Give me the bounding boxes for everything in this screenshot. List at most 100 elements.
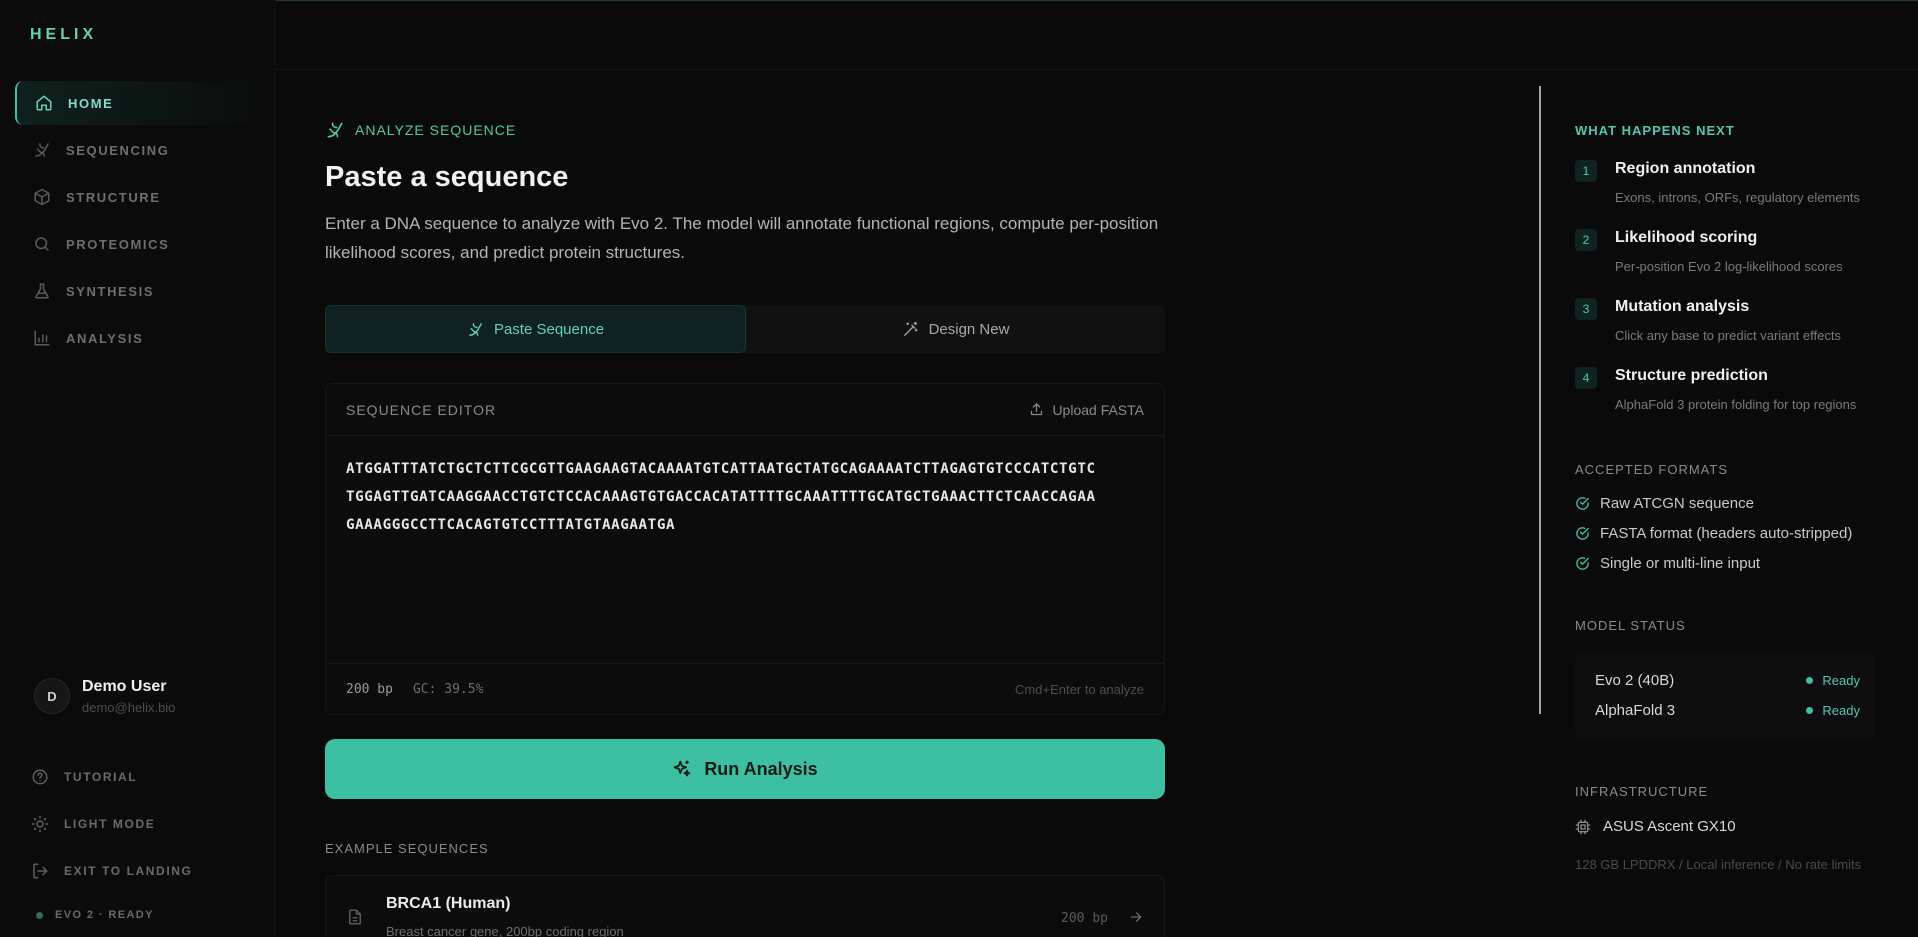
upload-fasta-button[interactable]: Upload FASTA bbox=[1029, 402, 1144, 418]
sidebar-item-label: ANALYSIS bbox=[66, 330, 144, 346]
format-item: Single or multi-line input bbox=[1575, 555, 1760, 572]
step-number: 4 bbox=[1575, 367, 1597, 389]
input-mode-tabs: Paste Sequence Design New bbox=[325, 305, 1165, 353]
step-description: Per-position Evo 2 log-likelihood scores bbox=[1615, 259, 1843, 274]
home-icon bbox=[34, 93, 54, 113]
sidebar-item-proteomics[interactable]: PROTEOMICS bbox=[15, 222, 273, 266]
model-status-indicator: EVO 2 · READY bbox=[36, 909, 154, 921]
sidebar-item-structure[interactable]: STRUCTURE bbox=[15, 175, 273, 219]
sidebar: HELIX HOME SEQUENCING STRUCTURE PROTEOMI… bbox=[0, 0, 276, 937]
run-analysis-button[interactable]: Run Analysis bbox=[325, 739, 1165, 799]
editor-title: SEQUENCE EDITOR bbox=[346, 401, 497, 418]
cpu-icon bbox=[1575, 819, 1591, 835]
sidebar-item-home[interactable]: HOME bbox=[15, 81, 273, 125]
dna-icon bbox=[325, 120, 345, 140]
model-row: Evo 2 (40B) Ready bbox=[1595, 672, 1860, 689]
sidebar-nav: HOME SEQUENCING STRUCTURE PROTEOMICS SYN… bbox=[15, 81, 273, 363]
format-item: FASTA format (headers auto-stripped) bbox=[1575, 525, 1852, 542]
dna-icon bbox=[467, 321, 484, 338]
infrastructure-item: ASUS Ascent GX10 bbox=[1575, 818, 1736, 835]
step-description: Exons, introns, ORFs, regulatory element… bbox=[1615, 190, 1860, 205]
check-circle-icon bbox=[1575, 556, 1590, 571]
top-border bbox=[0, 0, 1918, 1]
page-description: Enter a DNA sequence to analyze with Evo… bbox=[325, 214, 1159, 262]
log-out-icon bbox=[30, 861, 50, 881]
step-title: Structure prediction bbox=[1615, 367, 1768, 384]
sidebar-item-label: SEQUENCING bbox=[66, 142, 170, 158]
help-circle-icon bbox=[30, 767, 50, 787]
step-title: Region annotation bbox=[1615, 160, 1756, 177]
section-kicker: ANALYZE SEQUENCE bbox=[325, 120, 516, 140]
step-number: 1 bbox=[1575, 160, 1597, 182]
check-circle-icon bbox=[1575, 526, 1590, 541]
file-icon bbox=[346, 908, 364, 926]
format-label: Single or multi-line input bbox=[1600, 555, 1761, 572]
sequence-line: TGGAGTTGATCAAGGAACCTGTCTCCACAAAGTGTGACCA… bbox=[346, 489, 1096, 505]
sidebar-item-sequencing[interactable]: SEQUENCING bbox=[15, 128, 273, 172]
gc-content: GC: 39.5% bbox=[412, 681, 484, 697]
avatar: D bbox=[34, 678, 70, 714]
upload-icon bbox=[1029, 402, 1044, 417]
sequence-input[interactable]: ATGGATTTATCTGCTCTTCGCGTTGAAGAAGTACAAAATG… bbox=[326, 436, 1164, 664]
editor-footer: 200 bp GC: 39.5% Cmd+Enter to analyze bbox=[326, 663, 1164, 714]
format-label: FASTA format (headers auto-stripped) bbox=[1600, 525, 1853, 542]
example-length: 200 bp bbox=[1061, 911, 1108, 926]
light-mode-toggle[interactable]: LIGHT MODE bbox=[30, 800, 270, 847]
sidebar-item-label: PROTEOMICS bbox=[66, 236, 170, 252]
example-description: Breast cancer gene, 200bp coding region bbox=[386, 924, 624, 937]
user-profile[interactable]: D Demo User demo@helix.bio bbox=[34, 673, 264, 719]
sequence-line: GAAAGGGCCTTCACAGTGTCCTTTATGTAAGAATGA bbox=[346, 517, 676, 533]
user-email: demo@helix.bio bbox=[82, 699, 176, 715]
cube-icon bbox=[32, 187, 52, 207]
search-icon bbox=[32, 234, 52, 254]
status-dot bbox=[1806, 677, 1814, 684]
step-title: Mutation analysis bbox=[1615, 298, 1750, 315]
user-name: Demo User bbox=[82, 677, 167, 695]
sparkles-icon bbox=[672, 759, 692, 779]
check-circle-icon bbox=[1575, 496, 1590, 511]
dna-icon bbox=[32, 140, 52, 160]
exit-to-landing-button[interactable]: EXIT TO LANDING bbox=[30, 847, 270, 894]
formats-heading: ACCEPTED FORMATS bbox=[1575, 462, 1728, 477]
example-sequence-card[interactable]: BRCA1 (Human) Breast cancer gene, 200bp … bbox=[325, 875, 1165, 937]
status-badge: Ready bbox=[1806, 703, 1860, 718]
model-name: Evo 2 (40B) bbox=[1595, 672, 1675, 689]
tab-paste-sequence[interactable]: Paste Sequence bbox=[325, 305, 746, 353]
upload-label: Upload FASTA bbox=[1052, 401, 1144, 418]
editor-header: SEQUENCE EDITOR Upload FASTA bbox=[326, 384, 1164, 436]
wand-icon bbox=[902, 321, 919, 338]
scrollbar[interactable] bbox=[1539, 86, 1541, 714]
step-number: 2 bbox=[1575, 229, 1597, 251]
tutorial-button[interactable]: TUTORIAL bbox=[30, 753, 270, 800]
examples-heading: EXAMPLE SEQUENCES bbox=[325, 841, 489, 856]
status-dot bbox=[1806, 707, 1814, 714]
status-text: EVO 2 · READY bbox=[55, 909, 154, 921]
sidebar-bottom-nav: TUTORIAL LIGHT MODE EXIT TO LANDING bbox=[30, 753, 270, 894]
infrastructure-details: 128 GB LPDDRX / Local inference / No rat… bbox=[1575, 857, 1862, 872]
brand-logo[interactable]: HELIX bbox=[30, 26, 97, 44]
example-name: BRCA1 (Human) bbox=[386, 895, 511, 912]
format-label: Raw ATCGN sequence bbox=[1600, 495, 1754, 512]
sidebar-item-label: STRUCTURE bbox=[66, 189, 161, 205]
bar-chart-icon bbox=[32, 328, 52, 348]
infrastructure-name: ASUS Ascent GX10 bbox=[1603, 818, 1736, 835]
tutorial-label: TUTORIAL bbox=[64, 769, 138, 784]
model-name: AlphaFold 3 bbox=[1595, 702, 1676, 719]
tab-design-new[interactable]: Design New bbox=[746, 305, 1165, 353]
exit-label: EXIT TO LANDING bbox=[64, 863, 193, 878]
sequence-editor: SEQUENCE EDITOR Upload FASTA ATGGATTTATC… bbox=[325, 383, 1165, 715]
sequence-length: 200 bp bbox=[346, 681, 393, 697]
format-item: Raw ATCGN sequence bbox=[1575, 495, 1754, 512]
tab-label: Paste Sequence bbox=[493, 320, 605, 338]
status-badge: Ready bbox=[1806, 673, 1860, 688]
sidebar-item-label: SYNTHESIS bbox=[66, 283, 155, 299]
sidebar-item-analysis[interactable]: ANALYSIS bbox=[15, 316, 273, 360]
tab-label: Design New bbox=[928, 320, 1010, 338]
sidebar-item-label: HOME bbox=[68, 95, 114, 111]
model-status-panel: Evo 2 (40B) Ready AlphaFold 3 Ready bbox=[1575, 652, 1875, 740]
sidebar-item-synthesis[interactable]: SYNTHESIS bbox=[15, 269, 273, 313]
status-dot bbox=[36, 911, 43, 919]
sequence-line: ATGGATTTATCTGCTCTTCGCGTTGAAGAAGTACAAAATG… bbox=[346, 461, 1096, 477]
step-description: AlphaFold 3 protein folding for top regi… bbox=[1615, 397, 1857, 412]
status-label: Ready bbox=[1822, 703, 1860, 718]
